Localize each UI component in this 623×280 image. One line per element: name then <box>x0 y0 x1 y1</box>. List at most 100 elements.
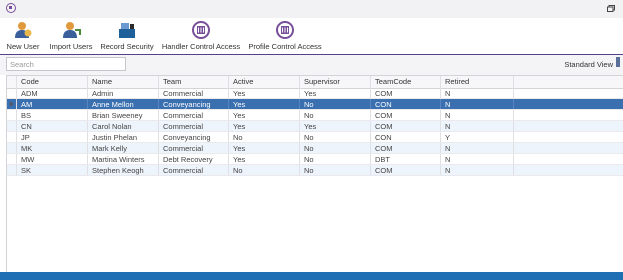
column-header-active[interactable]: Active <box>229 76 300 88</box>
table-row[interactable]: ADM Admin Commercial Yes Yes COM N <box>7 88 623 99</box>
cell-name[interactable]: Carol Nolan <box>88 121 159 131</box>
cell-teamcode[interactable]: COM <box>371 165 441 175</box>
row-indicator[interactable] <box>7 99 17 109</box>
column-header-code[interactable]: Code <box>17 76 88 88</box>
cell-team[interactable]: Commercial <box>159 110 229 120</box>
cell-team[interactable]: Commercial <box>159 88 229 98</box>
cell-active[interactable]: No <box>229 132 300 142</box>
cell-code[interactable]: MK <box>17 143 88 153</box>
cell-teamcode[interactable]: COM <box>371 143 441 153</box>
ribbon-toolbar: New User Import Users Record Security Ha… <box>0 18 623 55</box>
table-row[interactable]: CN Carol Nolan Commercial Yes Yes COM N <box>7 121 623 132</box>
cell-active[interactable]: Yes <box>229 88 300 98</box>
table-row[interactable]: BS Brian Sweeney Commercial Yes No COM N <box>7 110 623 121</box>
cell-retired[interactable]: N <box>441 88 514 98</box>
cell-supervisor[interactable]: No <box>300 143 371 153</box>
cell-teamcode[interactable]: CON <box>371 99 441 109</box>
table-row[interactable]: MW Martina Winters Debt Recovery Yes No DBT N <box>7 154 623 165</box>
cell-team[interactable]: Commercial <box>159 121 229 131</box>
cell-code[interactable]: JP <box>17 132 88 142</box>
handler-control-access-button[interactable]: Handler Control Access <box>158 20 244 52</box>
column-header-supervisor[interactable]: Supervisor <box>300 76 371 88</box>
cell-active[interactable]: Yes <box>229 154 300 164</box>
row-indicator[interactable] <box>7 88 17 98</box>
cell-active[interactable]: Yes <box>229 143 300 153</box>
column-header-name[interactable]: Name <box>88 76 159 88</box>
cell-code[interactable]: BS <box>17 110 88 120</box>
row-indicator[interactable] <box>7 154 17 164</box>
new-user-button[interactable]: New User <box>4 20 42 52</box>
table-row[interactable]: JP Justin Phelan Conveyancing No No CON Y <box>7 132 623 143</box>
cell-retired[interactable]: Y <box>441 132 514 142</box>
cell-supervisor[interactable]: Yes <box>300 121 371 131</box>
cell-name[interactable]: Mark Kelly <box>88 143 159 153</box>
cell-code[interactable]: CN <box>17 121 88 131</box>
cell-team[interactable]: Conveyancing <box>159 132 229 142</box>
cell-teamcode[interactable]: COM <box>371 121 441 131</box>
import-users-icon <box>63 22 81 38</box>
cell-supervisor[interactable]: No <box>300 99 371 109</box>
row-indicator[interactable] <box>7 121 17 131</box>
cell-name[interactable]: Justin Phelan <box>88 132 159 142</box>
cell-teamcode[interactable]: DBT <box>371 154 441 164</box>
import-users-label: Import Users <box>49 42 93 51</box>
cell-active[interactable]: Yes <box>229 99 300 109</box>
record-security-label: Record Security <box>100 42 154 51</box>
row-indicator[interactable] <box>7 143 17 153</box>
record-security-button[interactable]: Record Security <box>99 20 155 52</box>
view-selector[interactable]: Standard View <box>564 60 613 69</box>
cell-teamcode[interactable]: COM <box>371 110 441 120</box>
cell-name[interactable]: Admin <box>88 88 159 98</box>
handler-control-access-label: Handler Control Access <box>161 42 241 51</box>
cell-name[interactable]: Brian Sweeney <box>88 110 159 120</box>
row-indicator[interactable] <box>7 132 17 142</box>
cell-name[interactable]: Stephen Keogh <box>88 165 159 175</box>
table-row[interactable]: AM Anne Mellon Conveyancing Yes No CON N <box>7 99 623 110</box>
status-bar <box>0 272 623 280</box>
users-grid: Code Name Team Active Supervisor TeamCod… <box>6 75 623 272</box>
app-logo-icon[interactable] <box>6 3 16 13</box>
column-header-teamcode[interactable]: TeamCode <box>371 76 441 88</box>
cell-name[interactable]: Martina Winters <box>88 154 159 164</box>
cell-supervisor[interactable]: No <box>300 110 371 120</box>
cell-teamcode[interactable]: COM <box>371 88 441 98</box>
search-input[interactable] <box>6 57 126 71</box>
cell-teamcode[interactable]: CON <box>371 132 441 142</box>
cell-supervisor[interactable]: No <box>300 165 371 175</box>
row-indicator[interactable] <box>7 165 17 175</box>
cell-team[interactable]: Debt Recovery <box>159 154 229 164</box>
column-header-retired[interactable]: Retired <box>441 76 514 88</box>
profile-control-access-button[interactable]: Profile Control Access <box>245 20 325 52</box>
table-row[interactable]: SK Stephen Keogh Commercial No No COM N <box>7 165 623 176</box>
cell-supervisor[interactable]: Yes <box>300 88 371 98</box>
cell-active[interactable]: Yes <box>229 121 300 131</box>
cell-code[interactable]: SK <box>17 165 88 175</box>
handler-control-access-icon <box>192 21 210 39</box>
cell-code[interactable]: MW <box>17 154 88 164</box>
cell-active[interactable]: No <box>229 165 300 175</box>
cell-name[interactable]: Anne Mellon <box>88 99 159 109</box>
restore-window-icon[interactable] <box>607 5 615 12</box>
cell-retired[interactable]: N <box>441 121 514 131</box>
table-row[interactable]: MK Mark Kelly Commercial Yes No COM N <box>7 143 623 154</box>
column-header-team[interactable]: Team <box>159 76 229 88</box>
cell-team[interactable]: Conveyancing <box>159 99 229 109</box>
cell-code[interactable]: ADM <box>17 88 88 98</box>
title-bar <box>0 0 623 19</box>
cell-retired[interactable]: N <box>441 110 514 120</box>
cell-retired[interactable]: N <box>441 143 514 153</box>
cell-active[interactable]: Yes <box>229 110 300 120</box>
cell-code[interactable]: AM <box>17 99 88 109</box>
cell-team[interactable]: Commercial <box>159 143 229 153</box>
header-row-indicator <box>7 76 17 88</box>
view-selector-icon[interactable] <box>616 57 620 67</box>
cell-supervisor[interactable]: No <box>300 154 371 164</box>
cell-retired[interactable]: N <box>441 154 514 164</box>
cell-team[interactable]: Commercial <box>159 165 229 175</box>
new-user-icon <box>15 22 32 38</box>
cell-supervisor[interactable]: No <box>300 132 371 142</box>
import-users-button[interactable]: Import Users <box>46 20 96 52</box>
row-indicator[interactable] <box>7 110 17 120</box>
cell-retired[interactable]: N <box>441 99 514 109</box>
cell-retired[interactable]: N <box>441 165 514 175</box>
